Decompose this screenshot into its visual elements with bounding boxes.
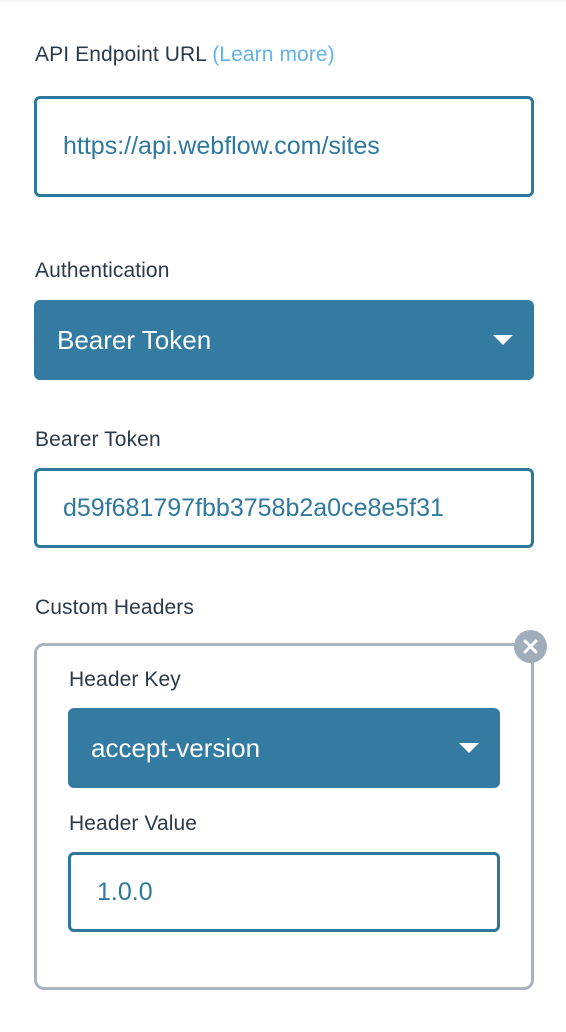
header-key-selected-value: accept-version (91, 732, 261, 763)
close-icon (523, 639, 538, 654)
header-value-label: Header Value (69, 812, 198, 835)
authentication-select[interactable]: Bearer Token (34, 300, 534, 380)
header-value-text: 1.0.0 (97, 877, 153, 906)
endpoint-url-input[interactable]: https://api.webflow.com/sites (34, 96, 534, 197)
authentication-label: Authentication (35, 259, 170, 282)
bearer-token-input[interactable]: d59f681797fbb3758b2a0ce8e5f31 (34, 468, 534, 548)
header-key-select[interactable]: accept-version (68, 708, 500, 788)
custom-headers-label: Custom Headers (35, 596, 194, 619)
learn-more-link[interactable]: (Learn more) (212, 43, 335, 66)
bearer-token-value: d59f681797fbb3758b2a0ce8e5f31 (63, 493, 444, 522)
authentication-selected-value: Bearer Token (57, 324, 212, 355)
chevron-down-icon (459, 743, 479, 753)
header-key-label: Header Key (69, 668, 181, 691)
top-divider (0, 0, 566, 2)
endpoint-url-value: https://api.webflow.com/sites (63, 132, 380, 160)
header-value-input[interactable]: 1.0.0 (68, 852, 500, 932)
chevron-down-icon (493, 335, 513, 345)
endpoint-label: API Endpoint URL (Learn more) (35, 43, 335, 67)
remove-header-button[interactable] (514, 630, 547, 663)
bearer-token-label: Bearer Token (35, 428, 161, 451)
endpoint-label-text: API Endpoint URL (35, 43, 207, 66)
